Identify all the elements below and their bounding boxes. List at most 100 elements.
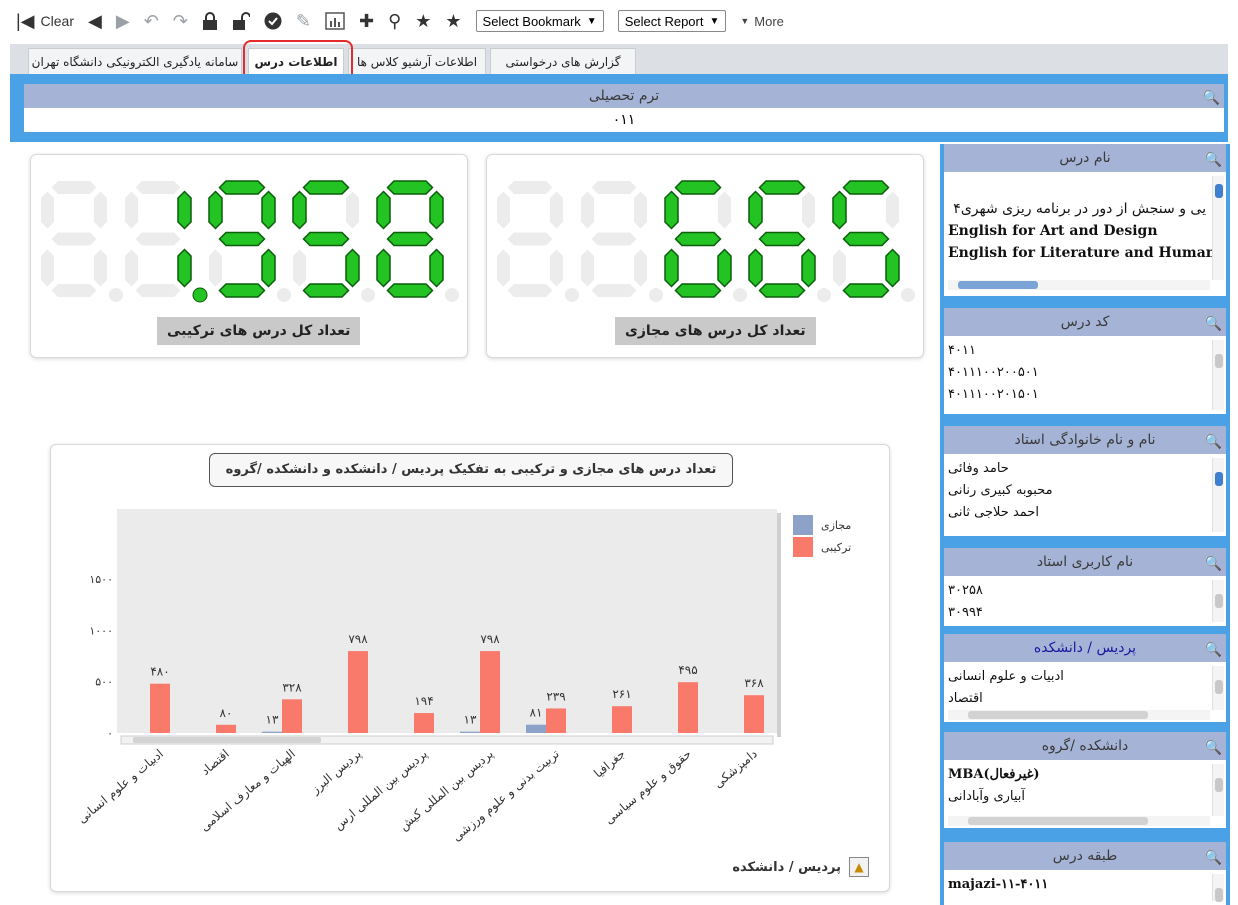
term-value[interactable]: ۰۱۱ bbox=[24, 108, 1224, 132]
horizontal-scrollbar[interactable] bbox=[948, 816, 1210, 826]
filter-instructor-name-list: حامد وفائی محبوبه کبیری رنانی احمد حلاجی… bbox=[944, 454, 1226, 536]
kpi-virtual-separator-dot-4 bbox=[901, 288, 915, 302]
kpi-virtual-digit-3-seg-f bbox=[748, 190, 763, 230]
horizontal-scrollbar[interactable] bbox=[948, 280, 1210, 290]
chart-scrollbar-thumb[interactable] bbox=[133, 737, 321, 743]
kpi-virtual-digit-1-seg-c bbox=[634, 249, 647, 287]
vertical-scrollbar[interactable] bbox=[1212, 458, 1224, 532]
list-item[interactable]: ۴۰۱۱۱۰۰۲۰۱۵۰۱ bbox=[948, 384, 1206, 406]
filter-instructor-name-title: نام و نام خانوادگی استاد bbox=[1014, 432, 1156, 448]
filter-course-category-title: طبقه درس bbox=[1052, 848, 1118, 864]
list-item[interactable]: MBA(غیرفعال) bbox=[948, 764, 1206, 786]
list-item[interactable]: محبوبه کبیری رنانی bbox=[948, 480, 1206, 502]
search-icon[interactable]: 🔍 bbox=[1203, 86, 1220, 110]
list-item[interactable]: ۳۰۹۹۴ bbox=[948, 602, 1206, 624]
vertical-scrollbar[interactable] bbox=[1212, 874, 1224, 902]
list-item[interactable]: English for Literature and Human bbox=[948, 242, 1216, 264]
kpi-combined-digit-1-seg-a bbox=[135, 181, 181, 194]
undo-icon[interactable]: ↶ bbox=[144, 8, 159, 34]
tab-elearning-system[interactable]: سامانه یادگیری الکترونیکی دانشگاه تهران bbox=[28, 48, 242, 74]
select-report-dropdown[interactable]: Select Report ▼ bbox=[617, 10, 727, 32]
bar-combined[interactable] bbox=[744, 695, 764, 733]
chart-card: تعداد درس های مجازی و ترکیبی به تفکیک پر… bbox=[50, 444, 890, 892]
back-icon[interactable]: ◀ bbox=[88, 8, 102, 34]
bar-combined[interactable] bbox=[480, 651, 500, 733]
star-remove-icon[interactable]: ★ bbox=[445, 8, 461, 34]
kpi-combined-digit-0-seg-c bbox=[94, 249, 107, 287]
kpi-combined-digit-2-seg-a bbox=[218, 180, 266, 195]
list-item[interactable]: احمد حلاجی ثانی bbox=[948, 502, 1206, 524]
vertical-scrollbar[interactable] bbox=[1212, 340, 1224, 410]
filter-sidebar: نام درس 🔍 یی و سنجش از دور در برنامه ریز… bbox=[940, 144, 1230, 905]
unlock-icon[interactable] bbox=[232, 8, 250, 34]
list-item[interactable]: ۳۰۲۵۸ bbox=[948, 580, 1206, 602]
search-icon[interactable]: 🔍 bbox=[1205, 310, 1222, 338]
vertical-scrollbar[interactable] bbox=[1212, 764, 1224, 816]
bar-combined[interactable] bbox=[612, 706, 632, 733]
lock-icon[interactable] bbox=[202, 8, 218, 34]
bar-combined[interactable] bbox=[216, 724, 236, 733]
kpi-virtual-digit-1-seg-a bbox=[591, 181, 637, 194]
select-bookmark-dropdown[interactable]: Select Bookmark ▼ bbox=[475, 10, 604, 32]
filter-instructor-username-header: نام کاربری استاد 🔍 bbox=[944, 548, 1226, 576]
add-icon[interactable]: ✚ bbox=[359, 8, 374, 34]
vertical-scrollbar[interactable] bbox=[1212, 666, 1224, 710]
kpi-combined-digit-4-seg-d bbox=[386, 283, 434, 298]
bar-virtual[interactable] bbox=[460, 731, 480, 733]
pin-icon[interactable]: ⚲ bbox=[388, 8, 401, 34]
kpi-combined-digit-2-seg-d bbox=[218, 283, 266, 298]
list-item[interactable]: آبیاری وآبادانی bbox=[948, 786, 1206, 808]
edit-icon[interactable]: ✎ bbox=[296, 8, 311, 34]
vertical-scrollbar[interactable] bbox=[1212, 176, 1224, 280]
kpi-virtual-digit-3-seg-e bbox=[748, 248, 763, 288]
search-icon[interactable]: 🔍 bbox=[1205, 844, 1222, 872]
search-icon[interactable]: 🔍 bbox=[1205, 550, 1222, 578]
kpi-virtual-digit-4-seg-d bbox=[842, 283, 890, 298]
kpi-virtual-digit-3-seg-g bbox=[758, 231, 806, 247]
list-item[interactable]: ۴۰۱۱۱۰۰۲۰۰۵۰۱ bbox=[948, 362, 1206, 384]
tab-class-archive[interactable]: اطلاعات آرشیو کلاس ها bbox=[348, 48, 486, 74]
bar-combined[interactable] bbox=[348, 651, 368, 733]
bar-combined[interactable] bbox=[546, 708, 566, 733]
search-icon[interactable]: 🔍 bbox=[1205, 734, 1222, 762]
search-icon[interactable]: 🔍 bbox=[1205, 146, 1222, 174]
vertical-scrollbar[interactable] bbox=[1212, 580, 1224, 622]
tab-requested-reports[interactable]: گزارش های درخواستی bbox=[490, 48, 636, 74]
clear-button[interactable]: |◀ Clear bbox=[16, 8, 74, 34]
data-label-combined: ۴۸۰ bbox=[150, 665, 169, 679]
check-icon[interactable] bbox=[264, 8, 282, 34]
search-icon[interactable]: 🔍 bbox=[1205, 428, 1222, 456]
kpi-combined-separator-dot-2 bbox=[277, 288, 291, 302]
list-item[interactable]: ادبیات و علوم انسانی bbox=[948, 666, 1206, 688]
chart-icon[interactable] bbox=[325, 8, 345, 34]
more-button[interactable]: ▼ More bbox=[740, 8, 784, 34]
list-item[interactable]: English for Art and Design bbox=[948, 220, 1206, 242]
bar-combined[interactable] bbox=[414, 713, 434, 733]
list-item[interactable]: majazi-۱۱-۴۰۱۱ bbox=[948, 874, 1206, 896]
filter-course-code-title: کد درس bbox=[1060, 314, 1110, 330]
list-item[interactable]: ۴۰۱۱ bbox=[948, 340, 1206, 362]
kpi-virtual-digit-4-seg-c bbox=[885, 248, 900, 288]
drill-up-icon[interactable]: ▲ bbox=[849, 857, 869, 877]
star-add-icon[interactable]: ★ bbox=[415, 8, 431, 34]
bar-chart: ۰ ۵۰۰ ۱۰۰۰ ۱۵۰۰ ۴۸۰ ادبیات و علوم انسانی ۸۰ اقت… bbox=[75, 509, 851, 845]
search-icon[interactable]: 🔍 bbox=[1205, 636, 1222, 664]
kpi-combined-digit-1-seg-c bbox=[177, 248, 192, 288]
horizontal-scrollbar[interactable] bbox=[948, 710, 1210, 720]
list-item[interactable]: یی و سنجش از دور در برنامه ریزی شهری۴ bbox=[948, 198, 1206, 220]
bar-combined[interactable] bbox=[150, 683, 170, 733]
kpi-virtual-digit-0-seg-a bbox=[507, 181, 553, 194]
bar-combined[interactable] bbox=[282, 699, 302, 733]
kpi-combined-digit-4-seg-f bbox=[376, 190, 391, 230]
list-item[interactable]: حامد وفائی bbox=[948, 458, 1206, 480]
forward-icon[interactable]: ▶ bbox=[116, 8, 130, 34]
kpi-virtual-digit-0-seg-b bbox=[550, 191, 563, 229]
kpi-combined-digit-1-seg-f bbox=[125, 191, 138, 229]
redo-icon[interactable]: ↷ bbox=[173, 8, 188, 34]
kpi-virtual-digit-4-seg-g bbox=[842, 231, 890, 247]
bar-virtual[interactable] bbox=[262, 731, 282, 733]
bar-virtual[interactable] bbox=[526, 724, 546, 733]
bar-combined[interactable] bbox=[678, 682, 698, 733]
list-item[interactable]: اقتصاد bbox=[948, 688, 1206, 710]
kpi-virtual-digit-0-seg-c bbox=[550, 249, 563, 287]
